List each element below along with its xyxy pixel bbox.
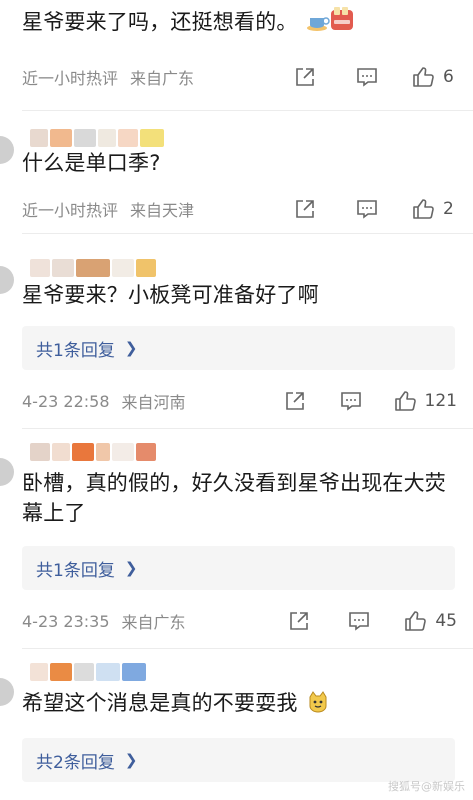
comment-location: 来自河南 — [121, 393, 186, 412]
username-blurred[interactable] — [30, 442, 158, 462]
comment-meta: 近一小时热评 来自天津 2 — [22, 196, 457, 222]
share-icon — [285, 392, 304, 410]
like-icon — [405, 611, 427, 631]
like-button[interactable]: 45 — [403, 608, 457, 634]
like-count: 121 — [424, 391, 457, 411]
view-replies-button[interactable]: 共2条回复 ❯ — [22, 738, 455, 782]
comment-item: 星爷要来了吗，还挺想看的。 近一小时热评 来自广东 6 — [0, 0, 473, 111]
avatar[interactable] — [0, 458, 14, 486]
comment-meta: 近一小时热评 来自广东 6 — [22, 64, 457, 90]
chevron-right-icon: ❯ — [124, 559, 138, 577]
comment-button[interactable] — [355, 64, 379, 90]
share-icon — [290, 612, 309, 630]
comment-item: 什么是单口季? 近一小时热评 来自天津 2 — [0, 112, 473, 234]
comment-button[interactable] — [347, 608, 371, 634]
like-button[interactable]: 6 — [411, 64, 457, 90]
like-count: 2 — [443, 199, 454, 219]
avatar[interactable] — [0, 678, 14, 706]
cat-emoji-icon — [307, 691, 329, 721]
share-button[interactable] — [293, 196, 317, 222]
comment-icon — [340, 392, 361, 411]
like-icon — [413, 67, 434, 87]
like-icon — [413, 199, 434, 219]
username-blurred[interactable] — [30, 258, 158, 278]
chevron-right-icon: ❯ — [124, 339, 138, 357]
comment-icon — [357, 200, 377, 219]
share-button[interactable] — [287, 608, 311, 634]
comment-icon — [357, 68, 377, 87]
comment-actions: 6 — [293, 64, 457, 90]
comment-text: 卧槽，真的假的，好久没看到星爷出现在大荧幕上了 — [22, 471, 446, 525]
comment-icon — [349, 612, 370, 631]
avatar[interactable] — [0, 266, 14, 294]
like-button[interactable]: 121 — [393, 388, 457, 414]
like-button[interactable]: 2 — [411, 196, 457, 222]
comment-time: 4-23 22:58 — [22, 391, 110, 411]
view-replies-button[interactable]: 共1条回复 ❯ — [22, 546, 455, 590]
comment-meta: 4-23 22:58 来自河南 121 — [22, 388, 457, 414]
divider — [22, 233, 473, 234]
avatar[interactable] — [0, 136, 14, 164]
view-replies-button[interactable]: 共1条回复 ❯ — [22, 326, 455, 370]
comment-text: 希望这个消息是真的不要耍我 — [22, 688, 453, 721]
share-button[interactable] — [293, 64, 317, 90]
like-count: 45 — [435, 611, 457, 631]
comment-text: 什么是单口季? — [22, 151, 161, 175]
comment-item: 卧槽，真的假的，好久没看到星爷出现在大荧幕上了 共1条回复 ❯ 4-23 23:… — [0, 432, 473, 649]
comment-time: 近一小时热评 — [22, 69, 119, 88]
username-blurred[interactable] — [30, 662, 148, 682]
replies-count: 共1条回复 — [36, 340, 115, 361]
replies-count: 共1条回复 — [36, 560, 115, 581]
username-blurred[interactable] — [30, 128, 166, 148]
like-count: 6 — [443, 67, 454, 87]
comment-text: 星爷要来了吗，还挺想看的。 — [22, 6, 453, 40]
share-button[interactable] — [283, 388, 307, 414]
tea-emoji-icon — [306, 6, 355, 40]
divider — [22, 648, 473, 649]
divider — [22, 428, 473, 429]
comment-time: 4-23 23:35 — [22, 611, 110, 631]
comment-text: 星爷要来？小板凳可准备好了啊 — [22, 283, 319, 307]
replies-count: 共2条回复 — [36, 752, 115, 773]
comment-actions: 2 — [293, 196, 457, 222]
comment-location: 来自天津 — [130, 201, 195, 220]
chevron-right-icon: ❯ — [124, 751, 138, 769]
divider — [22, 110, 473, 111]
comment-time: 近一小时热评 — [22, 201, 119, 220]
watermark: 搜狐号@新娱乐 — [388, 780, 465, 793]
comment-button[interactable] — [339, 388, 363, 414]
comment-location: 来自广东 — [121, 613, 186, 632]
comment-actions: 121 — [283, 388, 457, 414]
like-icon — [394, 391, 416, 411]
comment-item: 星爷要来？小板凳可准备好了啊 共1条回复 ❯ 4-23 22:58 来自河南 1… — [0, 246, 473, 429]
comment-actions: 45 — [287, 608, 457, 634]
comment-location: 来自广东 — [130, 69, 195, 88]
share-icon — [296, 68, 314, 86]
share-icon — [296, 200, 314, 218]
comment-button[interactable] — [355, 196, 379, 222]
comment-meta: 4-23 23:35 来自广东 45 — [22, 608, 457, 634]
